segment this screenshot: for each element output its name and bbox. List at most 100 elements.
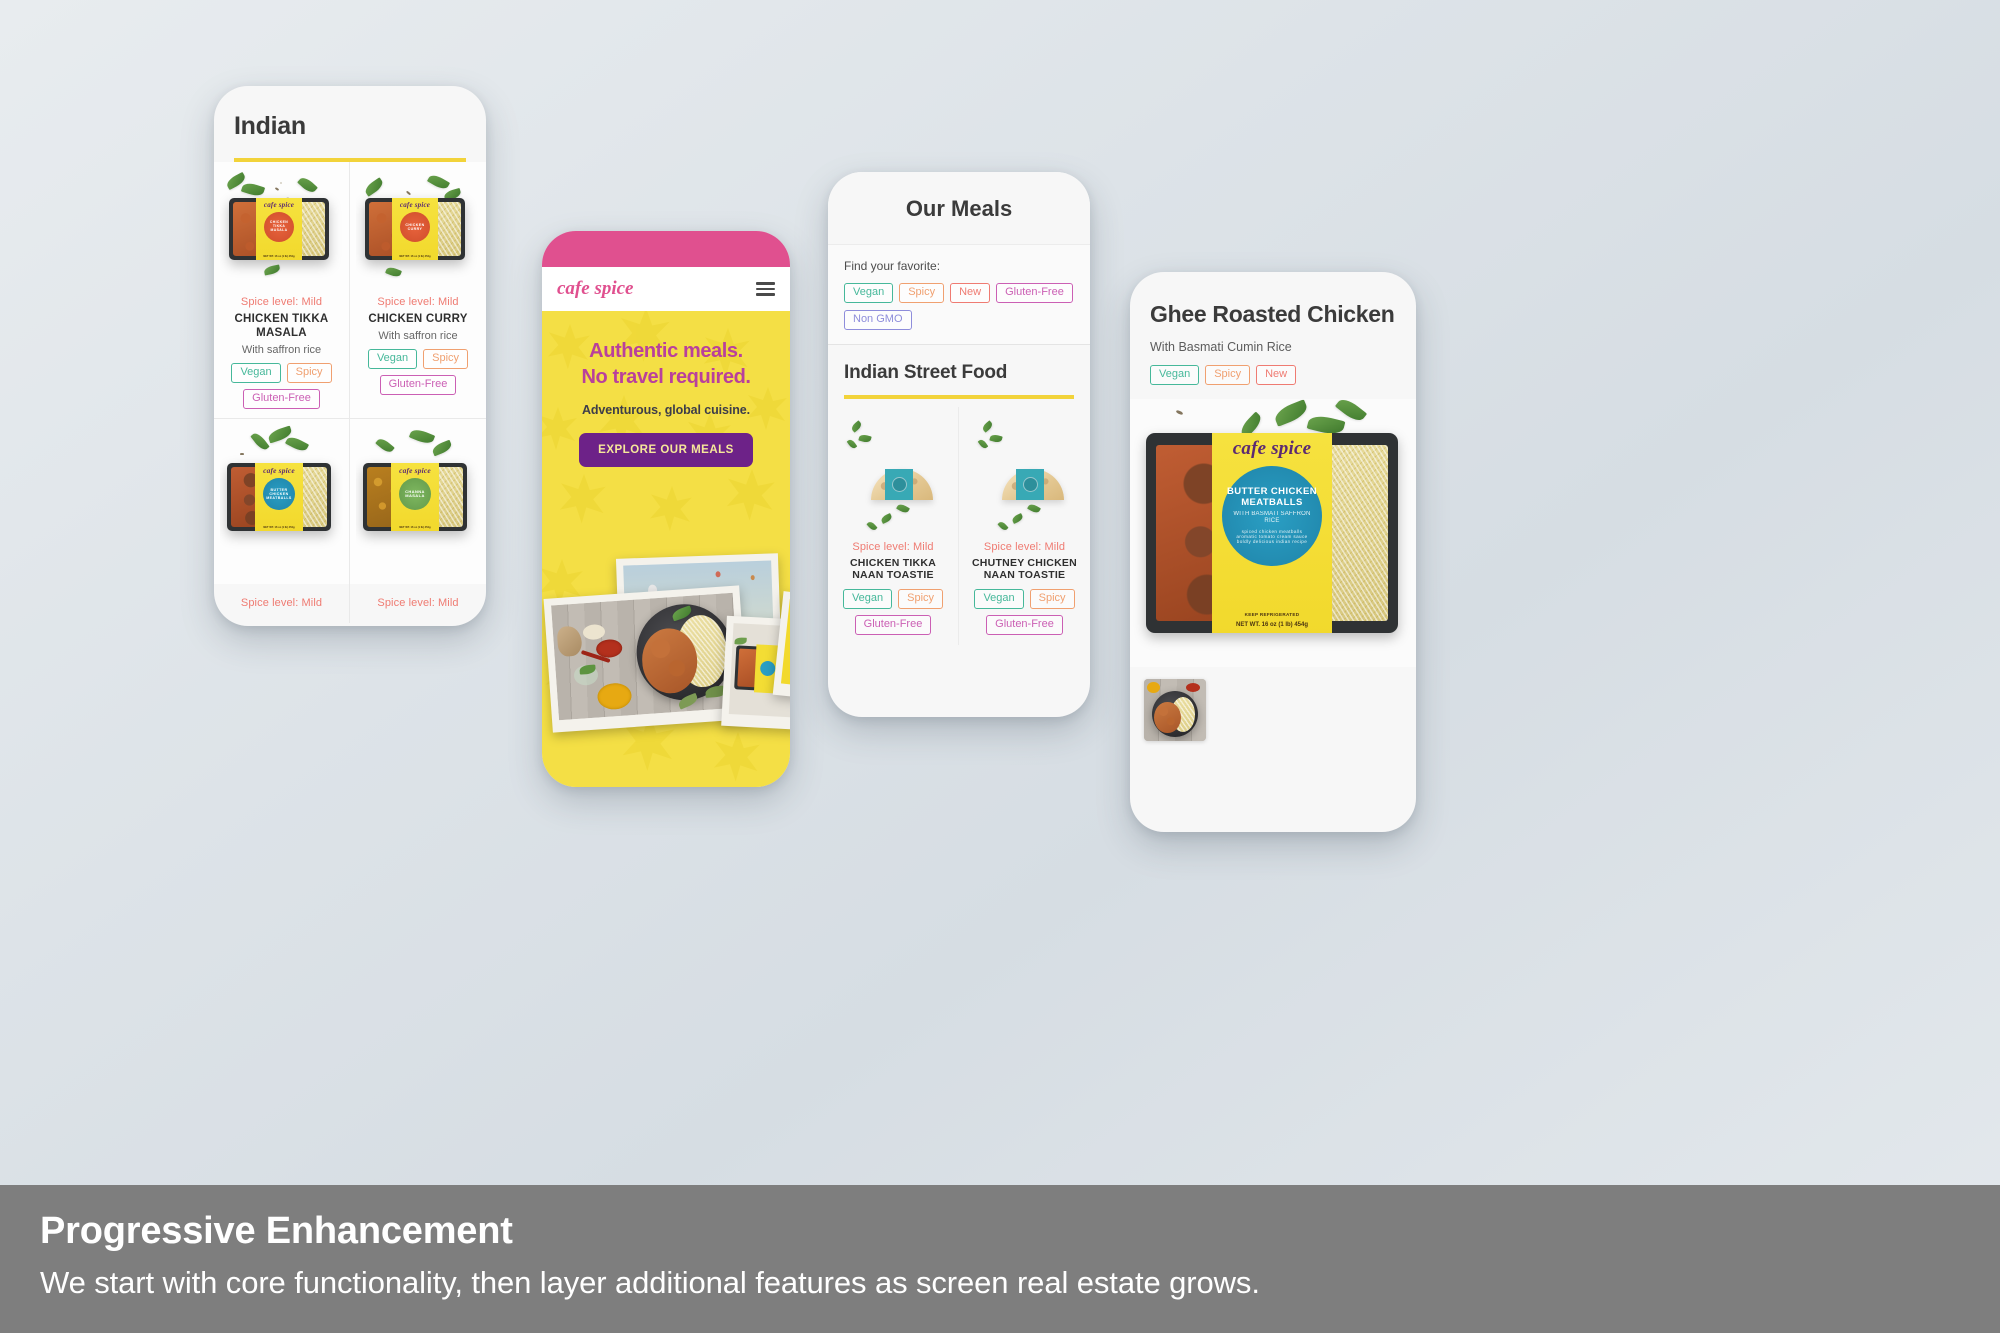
microgreen-leaf — [896, 501, 910, 515]
package-brand: cafe spice — [399, 465, 431, 475]
phone1-screen: Indian cafe spice CHICKEN TIKKA MASALA N… — [214, 86, 486, 626]
product-tags-row2: Gluten-Free — [356, 375, 480, 396]
hero-subheadline: Adventurous, global cuisine. — [581, 403, 751, 418]
page-title-our-meals: Our Meals — [905, 196, 1013, 221]
package-sleeve: cafe spice CHANNA MASALA — [391, 463, 439, 532]
garnish-leaf — [375, 436, 395, 455]
product-card[interactable]: Spice level: Mild CHICKEN TIKKA NAAN TOA… — [828, 406, 959, 646]
tag-gluten-free[interactable]: Gluten-Free — [243, 389, 320, 410]
spice-level: Spice level: Mild — [240, 597, 323, 610]
tag-gluten-free[interactable]: Gluten-Free — [379, 375, 457, 396]
meal-tray-package: cafe spice CHANNA MASALA NET WT. 16 oz (… — [363, 463, 467, 532]
tag-vegan[interactable]: Vegan — [231, 363, 281, 384]
package-net-weight: NET WT. 16 oz (1 lb) 454g — [263, 255, 295, 259]
package-seal: CHANNA MASALA — [398, 477, 431, 510]
tag-gluten-free[interactable]: Gluten-Free — [854, 615, 932, 636]
filter-non-gmo[interactable]: Non GMO — [844, 310, 912, 330]
thumbnail-plated-dish[interactable] — [1144, 679, 1206, 742]
garnish-leaf — [240, 180, 266, 199]
filter-spicy[interactable]: Spicy — [899, 283, 945, 303]
explore-our-meals-button[interactable]: EXPLORE OUR MEALS — [579, 433, 753, 468]
section-underline-rule — [844, 395, 1074, 399]
package-brand: cafe spice — [1232, 437, 1312, 459]
product-card[interactable]: Spice level: Mild CHUTNEY CHICKEN NAAN T… — [959, 407, 1090, 646]
product-name: CHUTNEY CHICKEN NAAN TOASTIE — [971, 556, 1078, 582]
tag-vegan[interactable]: Vegan — [1150, 365, 1200, 386]
package-brand: cafe spice — [399, 200, 431, 209]
hamburger-menu-icon[interactable] — [756, 282, 775, 296]
phone-notch — [311, 86, 389, 103]
package-net-weight: NET WT. 16 oz (1 lb) 454g — [1235, 622, 1308, 629]
product-tags: Vegan Spicy — [964, 589, 1085, 610]
tag-spicy[interactable]: Spicy — [286, 363, 332, 384]
section-header: Indian Street Food — [828, 345, 1090, 384]
plated-dish-thumb — [1152, 691, 1198, 738]
hero-photo-collage — [542, 553, 790, 771]
filter-new[interactable]: New — [950, 283, 991, 303]
street-food-grid: Spice level: Mild CHICKEN TIKKA NAAN TOA… — [828, 406, 1090, 646]
tag-spicy[interactable]: Spicy — [1029, 589, 1075, 610]
microgreen-leaf — [977, 437, 989, 450]
phone-mockup-our-meals: Our Meals Find your favorite: Vegan Spic… — [828, 172, 1090, 717]
microgreen-leaf — [858, 433, 872, 443]
collage-photo-curry-dish — [543, 585, 749, 733]
hot-air-balloon — [750, 575, 756, 581]
product-photo — [964, 413, 1085, 541]
package-seal: BUTTER CHICKEN MEATBALLS — [262, 477, 295, 510]
product-info: Spice level: Mild CHICKEN TIKKA NAAN TOA… — [833, 541, 953, 636]
filter-tag-row-1: Vegan Spicy New Gluten-Free — [844, 283, 1074, 303]
thumbnail-strip — [1130, 667, 1416, 753]
phone4-screen: Ghee Roasted Chicken With Basmati Cumin … — [1130, 272, 1416, 832]
hero-copy: Authentic meals. No travel required. Adv… — [542, 311, 790, 468]
package-seal: CHICKEN CURRY — [400, 211, 430, 242]
tag-new[interactable]: New — [1256, 365, 1297, 386]
product-photo: cafe spice CHICKEN CURRY NET WT. 16 oz (… — [356, 168, 480, 288]
garnish-leaf — [408, 426, 436, 447]
product-card[interactable]: cafe spice CHICKEN CURRY NET WT. 16 oz (… — [350, 162, 486, 420]
keep-refrigerated-label: KEEP REFRIGERATED — [1244, 612, 1300, 618]
product-info: Spice level: Mild CHUTNEY CHICKEN NAAN T… — [964, 541, 1085, 636]
product-card[interactable]: cafe spice CHICKEN TIKKA MASALA NET WT. … — [214, 162, 350, 420]
naan-seal-dot — [891, 476, 907, 492]
package-seal-line1: BUTTER CHICKEN — [1226, 485, 1317, 497]
spice-speck — [240, 453, 244, 456]
package-net-weight: NET WT. 16 oz (1 lb) 454g — [263, 526, 295, 529]
menu-line — [756, 282, 775, 285]
garnish-leaf — [250, 430, 270, 453]
tag-gluten-free[interactable]: Gluten-Free — [986, 615, 1063, 636]
package-net-weight: NET WT. 16 oz (1 lb) 454g — [399, 255, 431, 259]
cilantro-garnish — [734, 637, 747, 645]
phone-notch — [630, 231, 702, 247]
product-tags-row2: Gluten-Free — [833, 615, 953, 636]
hero-headline-line2: No travel required. — [581, 365, 751, 388]
hot-air-balloon — [715, 571, 721, 578]
product-tags: Vegan Spicy — [220, 363, 343, 384]
tag-vegan[interactable]: Vegan — [842, 589, 893, 610]
tag-spicy[interactable]: Spicy — [423, 349, 469, 370]
microgreen-leaf — [880, 512, 893, 524]
product-tags-row2: Gluten-Free — [964, 615, 1085, 636]
tag-vegan[interactable]: Vegan — [367, 349, 418, 370]
microgreen-leaf — [850, 419, 863, 433]
garnish-leaf — [263, 264, 281, 276]
tag-vegan[interactable]: Vegan — [974, 589, 1024, 610]
filter-gluten-free[interactable]: Gluten-Free — [996, 283, 1073, 303]
brand-logo[interactable]: cafe spice — [557, 278, 633, 300]
product-photo: cafe spice CHANNA MASALA NET WT. 16 oz (… — [356, 425, 480, 575]
phone-mockup-indian-listing: Indian cafe spice CHICKEN TIKKA MASALA N… — [214, 86, 486, 626]
package-seal-title: CHANNA MASALA — [405, 488, 425, 498]
tag-spicy[interactable]: Spicy — [898, 589, 944, 610]
microgreen-leaf — [1027, 501, 1041, 515]
tag-spicy[interactable]: Spicy — [1205, 365, 1251, 386]
product-card[interactable]: cafe spice BUTTER CHICKEN MEATBALLS NET … — [214, 419, 350, 585]
spice-cell: Spice level: Mild — [214, 584, 350, 624]
garnish-leaf — [284, 434, 310, 454]
product-card[interactable]: cafe spice CHANNA MASALA NET WT. 16 oz (… — [350, 419, 486, 585]
spice-level: Spice level: Mild — [983, 540, 1066, 553]
filter-panel: Find your favorite: Vegan Spicy New Glut… — [828, 244, 1090, 345]
slide-canvas: Indian cafe spice CHICKEN TIKKA MASALA N… — [0, 0, 2000, 1333]
caption-body: We start with core functionality, then l… — [40, 1265, 1260, 1300]
filter-tag-row-2: Non GMO — [844, 310, 1074, 330]
garnish-leaf — [297, 174, 318, 196]
filter-vegan[interactable]: Vegan — [844, 283, 894, 303]
